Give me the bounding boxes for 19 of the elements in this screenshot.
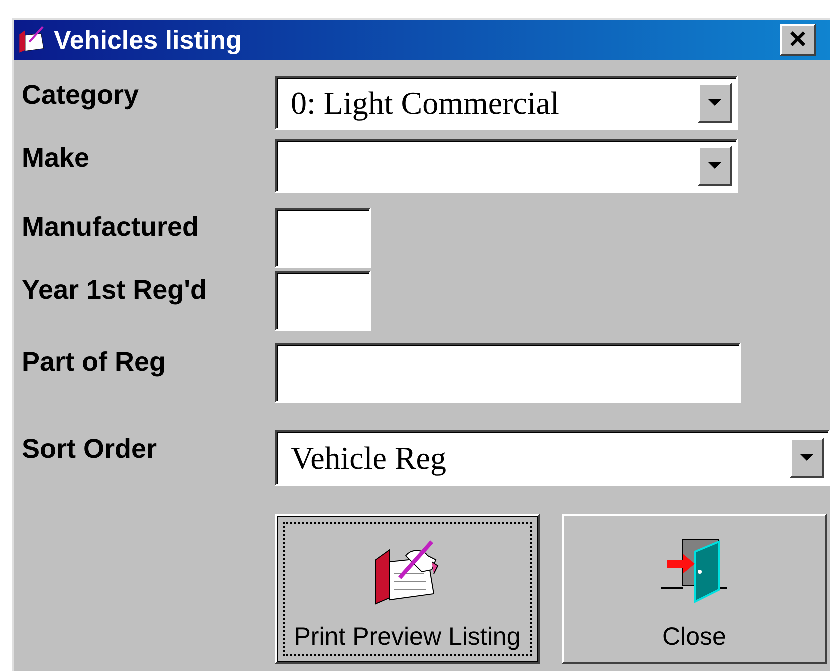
close-button[interactable]: Close xyxy=(562,514,827,664)
dropdown-field[interactable]: 0: Light Commercial xyxy=(275,76,738,130)
field-label: Manufactured xyxy=(22,211,200,244)
field-label: Part of Reg xyxy=(22,346,168,379)
dropdown-field[interactable] xyxy=(275,139,738,193)
dropdown-icon[interactable] xyxy=(698,146,732,186)
dropdown-icon[interactable] xyxy=(790,438,824,478)
field-label: Make xyxy=(22,142,91,175)
field-label: Sort Order xyxy=(22,433,158,466)
print-preview-button[interactable]: Print Preview Listing xyxy=(275,514,540,664)
window-title: Vehicles listing xyxy=(54,24,243,56)
field-label: Category xyxy=(22,79,140,112)
dropdown-field[interactable]: Vehicle Reg xyxy=(275,430,830,486)
input-field[interactable] xyxy=(275,343,741,403)
dropdown-icon[interactable] xyxy=(698,83,732,123)
field-label: Year 1st Reg'd xyxy=(22,274,208,307)
input-field[interactable] xyxy=(275,208,371,268)
close-button[interactable]: × xyxy=(780,24,816,56)
input-field[interactable] xyxy=(275,271,371,331)
